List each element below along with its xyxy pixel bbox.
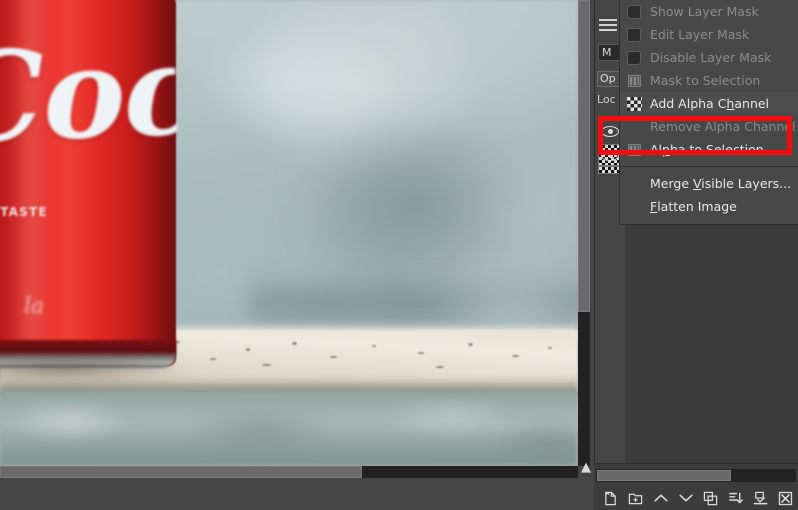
coca-cola-can: Coca ..LA TASTE la — [0, 0, 179, 366]
eye-icon[interactable] — [601, 125, 619, 138]
can-small-script-text: la — [24, 294, 45, 319]
menu-item-label: Flatten Image — [650, 199, 737, 214]
empty-icon-slot — [627, 199, 648, 215]
menu-item-label: Edit Layer Mask — [650, 27, 750, 42]
menu-item-mask-to-selection[interactable]: Mask to Selection — [620, 69, 798, 92]
layers-context-menu[interactable]: Show Layer Mask Edit Layer Mask Disable … — [619, 0, 798, 225]
navigate-up-icon[interactable]: ▲ — [578, 461, 594, 476]
menu-item-label: Show Layer Mask — [650, 4, 759, 19]
layers-panel-bottom — [594, 464, 798, 510]
empty-icon-slot — [627, 119, 648, 135]
layers-horizontal-scrollbar-thumb[interactable] — [597, 470, 731, 481]
canvas-vertical-scrollbar-thumb[interactable] — [578, 0, 590, 312]
menu-item-merge-visible-layers[interactable]: Merge Visible Layers... — [620, 172, 798, 195]
ledge-front-texture — [0, 392, 578, 464]
empty-icon-slot — [627, 176, 648, 192]
menu-separator — [620, 166, 798, 167]
menu-item-label: Disable Layer Mask — [650, 50, 772, 65]
lower-layer-button[interactable] — [673, 487, 698, 509]
layers-toolbar — [594, 486, 798, 510]
menu-item-remove-alpha-channel[interactable]: Remove Alpha Channel — [620, 115, 798, 138]
image-canvas[interactable]: Coca ..LA TASTE la — [0, 0, 578, 466]
canvas-horizontal-scrollbar-thumb[interactable] — [0, 466, 362, 478]
anchor-layer-button[interactable] — [723, 487, 748, 509]
checkbox-unchecked-icon[interactable] — [627, 4, 648, 20]
new-layer-button[interactable] — [598, 487, 623, 509]
new-layer-group-button[interactable] — [623, 487, 648, 509]
canvas-photo: Coca ..LA TASTE la — [0, 0, 578, 466]
menu-item-label: Merge Visible Layers... — [650, 176, 792, 191]
layers-horizontal-scrollbar[interactable] — [596, 469, 796, 482]
menu-item-label: Alpha to Selection — [650, 142, 764, 157]
selection-icon — [627, 73, 648, 89]
menu-item-disable-layer-mask[interactable]: Disable Layer Mask — [620, 46, 798, 69]
menu-item-label: Mask to Selection — [650, 73, 761, 88]
merge-down-button[interactable] — [748, 487, 773, 509]
menu-item-edit-layer-mask[interactable]: Edit Layer Mask — [620, 23, 798, 46]
layer-lock-label: Loc — [597, 93, 616, 106]
menu-item-flatten-image[interactable]: Flatten Image — [620, 195, 798, 218]
can-logo-text: Coca — [0, 30, 179, 162]
selection-icon — [627, 142, 648, 158]
checkerboard-icon — [627, 96, 648, 112]
raise-layer-button[interactable] — [648, 487, 673, 509]
canvas-vertical-scrollbar[interactable] — [578, 0, 590, 466]
menu-item-label: Add Alpha Channel — [650, 96, 770, 111]
canvas-bottom-filler — [0, 478, 596, 510]
can-shadow — [0, 358, 190, 382]
canvas-horizontal-scrollbar[interactable] — [0, 466, 578, 478]
menu-item-label: Remove Alpha Channel — [650, 119, 796, 134]
can-tagline-text: ..LA TASTE — [0, 205, 48, 219]
eye-icon[interactable] — [601, 149, 619, 162]
duplicate-layer-button[interactable] — [698, 487, 723, 509]
menu-item-alpha-to-selection[interactable]: Alpha to Selection — [620, 138, 798, 161]
checkbox-unchecked-icon[interactable] — [627, 27, 648, 43]
right-dock: M Op Loc Show Layer Mask Edit Layer Mask… — [594, 0, 798, 510]
checkbox-unchecked-icon[interactable] — [627, 50, 648, 66]
layers-icon[interactable] — [599, 19, 617, 33]
menu-item-show-layer-mask[interactable]: Show Layer Mask — [620, 0, 798, 23]
delete-layer-button[interactable] — [773, 487, 798, 509]
application-window: Coca ..LA TASTE la ▲ M Op Loc — [0, 0, 798, 510]
menu-item-add-alpha-channel[interactable]: Add Alpha Channel — [620, 92, 798, 115]
